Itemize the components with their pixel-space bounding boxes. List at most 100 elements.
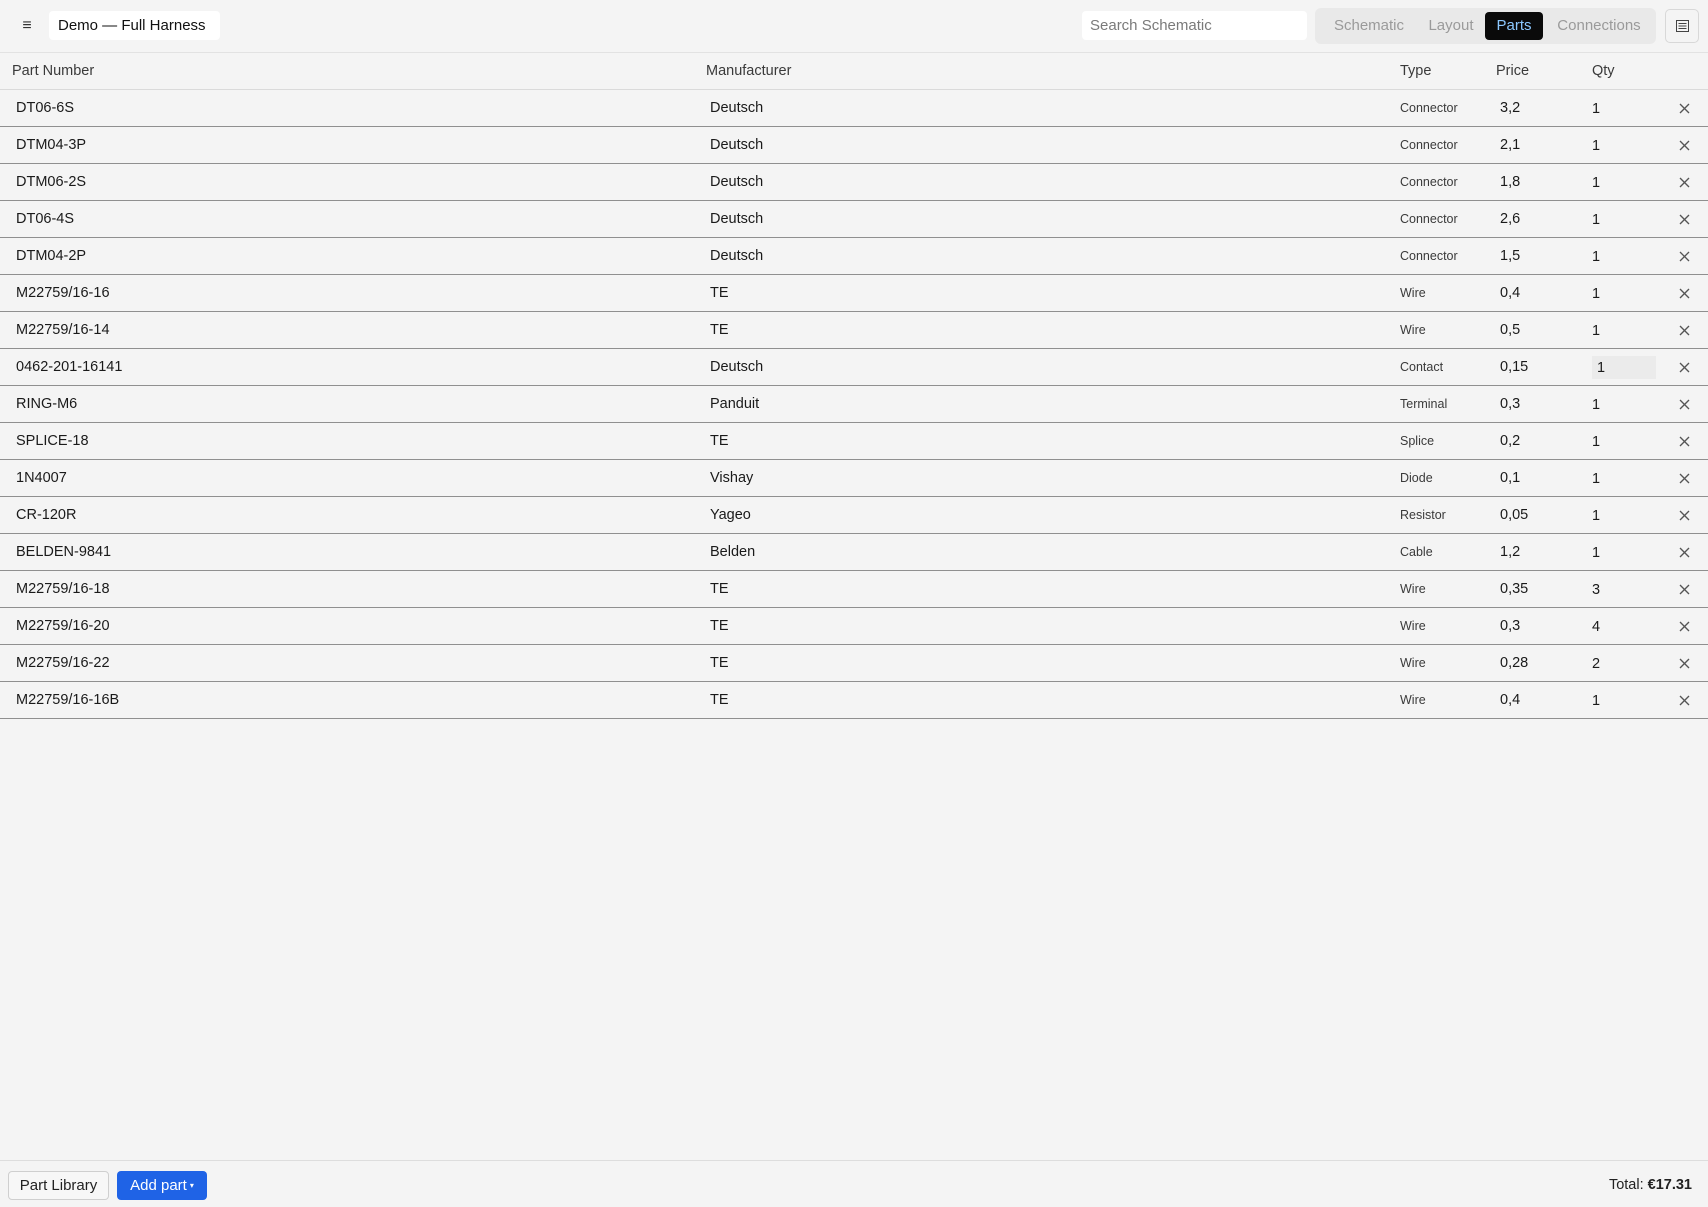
table-row[interactable]: BELDEN-9841 Belden Cable 1,2 [0,534,1708,571]
hamburger-menu-icon[interactable]: ≡ [18,16,36,36]
price-cell[interactable]: 0,1 [1500,460,1520,496]
delete-row-button[interactable] [1678,620,1691,633]
qty-input[interactable] [1592,578,1656,601]
qty-input[interactable] [1592,689,1656,712]
part-number-cell[interactable]: DTM04-2P [16,238,86,274]
price-cell[interactable]: 2,6 [1500,201,1520,237]
document-title[interactable]: Demo — Full Harness [49,11,220,40]
part-number-cell[interactable]: M22759/16-20 [16,608,110,644]
table-row[interactable]: M22759/16-20 TE Wire 0,3 [0,608,1708,645]
part-number-cell[interactable]: M22759/16-16B [16,682,119,718]
tab-parts[interactable]: Parts [1485,12,1543,40]
table-row[interactable]: M22759/16-18 TE Wire 0,35 [0,571,1708,608]
type-cell[interactable]: Contact [1400,349,1443,385]
type-cell[interactable]: Wire [1400,312,1426,348]
manufacturer-cell[interactable]: TE [710,312,729,348]
tab-schematic[interactable]: Schematic [1321,12,1417,40]
type-cell[interactable]: Wire [1400,645,1426,681]
qty-input[interactable] [1592,467,1656,490]
type-cell[interactable]: Splice [1400,423,1434,459]
delete-row-button[interactable] [1678,694,1691,707]
price-cell[interactable]: 0,28 [1500,645,1528,681]
tab-connections[interactable]: Connections [1547,12,1651,40]
type-cell[interactable]: Terminal [1400,386,1447,422]
manufacturer-cell[interactable]: Yageo [710,497,751,533]
table-row[interactable]: M22759/16-22 TE Wire 0,28 [0,645,1708,682]
qty-input[interactable] [1592,171,1656,194]
delete-row-button[interactable] [1678,324,1691,337]
column-header-qty[interactable]: Qty [1592,53,1615,90]
manufacturer-cell[interactable]: Belden [710,534,755,570]
price-cell[interactable]: 0,15 [1500,349,1528,385]
type-cell[interactable]: Wire [1400,682,1426,718]
qty-input[interactable] [1592,430,1656,453]
type-cell[interactable]: Cable [1400,534,1433,570]
search-input[interactable] [1082,11,1307,40]
manufacturer-cell[interactable]: TE [710,275,729,311]
table-row[interactable]: DTM04-3P Deutsch Connector 2,1 [0,127,1708,164]
column-header-part-number[interactable]: Part Number [12,53,94,90]
type-cell[interactable]: Wire [1400,275,1426,311]
manufacturer-cell[interactable]: TE [710,423,729,459]
type-cell[interactable]: Connector [1400,127,1458,163]
table-row[interactable]: RING-M6 Panduit Terminal 0,3 [0,386,1708,423]
delete-row-button[interactable] [1678,361,1691,374]
type-cell[interactable]: Wire [1400,571,1426,607]
add-part-button[interactable]: Add part ▾ [117,1171,207,1200]
price-cell[interactable]: 0,05 [1500,497,1528,533]
price-cell[interactable]: 0,3 [1500,386,1520,422]
delete-row-button[interactable] [1678,176,1691,189]
manufacturer-cell[interactable]: TE [710,608,729,644]
qty-input[interactable] [1592,208,1656,231]
price-cell[interactable]: 3,2 [1500,90,1520,126]
manufacturer-cell[interactable]: TE [710,571,729,607]
price-cell[interactable]: 0,3 [1500,608,1520,644]
part-number-cell[interactable]: M22759/16-18 [16,571,110,607]
price-cell[interactable]: 0,5 [1500,312,1520,348]
manufacturer-cell[interactable]: TE [710,645,729,681]
price-cell[interactable]: 0,4 [1500,682,1520,718]
table-row[interactable]: SPLICE-18 TE Splice 0,2 [0,423,1708,460]
table-row[interactable]: M22759/16-14 TE Wire 0,5 [0,312,1708,349]
price-cell[interactable]: 1,5 [1500,238,1520,274]
tab-layout[interactable]: Layout [1421,12,1481,40]
price-cell[interactable]: 1,8 [1500,164,1520,200]
price-cell[interactable]: 0,35 [1500,571,1528,607]
type-cell[interactable]: Connector [1400,201,1458,237]
table-row[interactable]: 1N4007 Vishay Diode 0,1 [0,460,1708,497]
type-cell[interactable]: Resistor [1400,497,1446,533]
delete-row-button[interactable] [1678,398,1691,411]
qty-input[interactable] [1592,541,1656,564]
manufacturer-cell[interactable]: Deutsch [710,349,763,385]
qty-input[interactable] [1592,652,1656,675]
delete-row-button[interactable] [1678,509,1691,522]
part-number-cell[interactable]: DTM06-2S [16,164,86,200]
table-row[interactable]: M22759/16-16 TE Wire 0,4 [0,275,1708,312]
delete-row-button[interactable] [1678,287,1691,300]
table-row[interactable]: M22759/16-16B TE Wire 0,4 [0,682,1708,719]
table-row[interactable]: DTM04-2P Deutsch Connector 1,5 [0,238,1708,275]
qty-input[interactable] [1592,282,1656,305]
part-number-cell[interactable]: DTM04-3P [16,127,86,163]
price-cell[interactable]: 2,1 [1500,127,1520,163]
part-number-cell[interactable]: 1N4007 [16,460,67,496]
qty-input[interactable] [1592,97,1656,120]
delete-row-button[interactable] [1678,657,1691,670]
qty-input[interactable] [1592,504,1656,527]
type-cell[interactable]: Connector [1400,90,1458,126]
table-row[interactable]: DTM06-2S Deutsch Connector 1,8 [0,164,1708,201]
delete-row-button[interactable] [1678,250,1691,263]
table-row[interactable]: CR-120R Yageo Resistor 0,05 [0,497,1708,534]
part-number-cell[interactable]: DT06-6S [16,90,74,126]
qty-input[interactable] [1592,356,1656,379]
table-row[interactable]: 0462-201-16141 Deutsch Contact 0,15 [0,349,1708,386]
price-cell[interactable]: 0,2 [1500,423,1520,459]
manufacturer-cell[interactable]: Deutsch [710,164,763,200]
price-cell[interactable]: 0,4 [1500,275,1520,311]
column-header-price[interactable]: Price [1496,53,1529,90]
part-number-cell[interactable]: M22759/16-14 [16,312,110,348]
delete-row-button[interactable] [1678,435,1691,448]
delete-row-button[interactable] [1678,546,1691,559]
panel-toggle-button[interactable] [1665,9,1699,43]
column-header-manufacturer[interactable]: Manufacturer [706,53,791,90]
